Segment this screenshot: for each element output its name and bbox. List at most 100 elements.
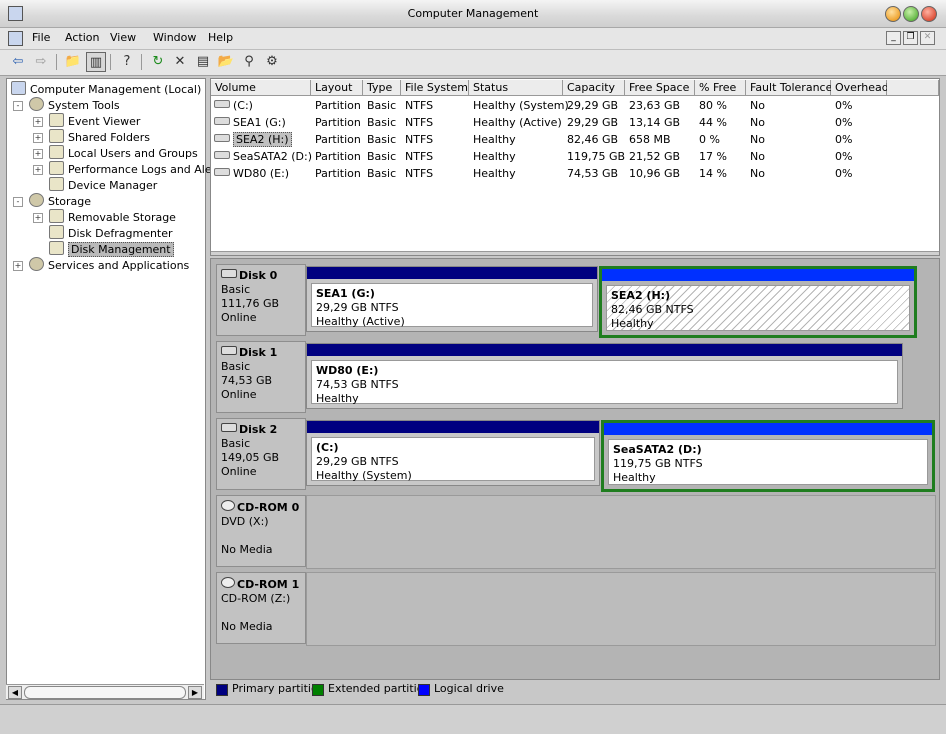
- cdrom-empty-area: [306, 495, 936, 569]
- menu-file[interactable]: File: [32, 31, 50, 44]
- refresh-icon[interactable]: ↻: [148, 52, 168, 72]
- tree-horizontal-scrollbar[interactable]: ◀ ▶: [6, 684, 204, 699]
- tree-item-label: Storage: [48, 195, 92, 208]
- forward-icon[interactable]: ⇨: [31, 52, 51, 72]
- table-cell: 13,14 GB: [629, 116, 681, 129]
- partition-block[interactable]: (C:) 29,29 GB NTFS Healthy (System): [306, 420, 600, 486]
- table-cell: SEA1 (G:): [214, 115, 286, 131]
- volume-name: (C:): [233, 99, 253, 112]
- column-header[interactable]: Fault Tolerance: [746, 80, 832, 96]
- table-row[interactable]: WD80 (E:) Partition Basic NTFS Healthy 74,53 …: [211, 166, 911, 182]
- partition-name: SEA1 (G:): [316, 287, 375, 300]
- tree-item[interactable]: System Tools: [29, 97, 120, 113]
- column-header[interactable]: Type: [363, 80, 401, 96]
- menu-window[interactable]: Window: [153, 31, 196, 44]
- tree-expander-plus-icon[interactable]: +: [33, 213, 43, 223]
- table-row[interactable]: SEA1 (G:) Partition Basic NTFS Healthy (Acti…: [211, 115, 911, 131]
- menu-view[interactable]: View: [110, 31, 136, 44]
- mdi-restore-button[interactable]: ❐: [903, 31, 918, 45]
- show-hide-tree-icon[interactable]: ▥: [86, 52, 106, 72]
- tree-item[interactable]: Storage: [29, 193, 91, 209]
- tree-item[interactable]: Computer Management (Local): [11, 81, 201, 97]
- partition-block[interactable]: SEA1 (G:) 29,29 GB NTFS Healthy (Active): [306, 266, 598, 332]
- properties-icon[interactable]: ▤: [193, 52, 213, 72]
- table-cell: Basic: [367, 99, 397, 112]
- column-header[interactable]: Layout: [311, 80, 363, 96]
- disk-drive-icon: [221, 269, 237, 278]
- tree-item-label: Computer Management (Local): [30, 83, 202, 96]
- disk-size: 74,53 GB: [221, 374, 273, 387]
- column-header[interactable]: Free Space: [625, 80, 695, 96]
- column-header[interactable]: Overhead: [831, 80, 889, 96]
- disk-name: Disk 2: [221, 423, 301, 437]
- tree-expander-minus-icon[interactable]: -: [13, 197, 23, 207]
- list-splitter[interactable]: [211, 251, 939, 255]
- column-header[interactable]: File System: [401, 80, 469, 96]
- table-cell: Partition: [315, 150, 361, 163]
- back-icon[interactable]: ⇦: [8, 52, 28, 72]
- partition-block[interactable]: SEA2 (H:) 82,46 GB NTFS Healthy: [599, 266, 917, 338]
- table-cell: 82,46 GB: [567, 133, 619, 146]
- table-row[interactable]: (C:) Partition Basic NTFS Healthy (System) 29…: [211, 98, 911, 114]
- menu-action[interactable]: Action: [65, 31, 99, 44]
- table-cell: NTFS: [405, 99, 434, 112]
- tree-item[interactable]: Disk Management: [49, 241, 174, 257]
- mdi-minimize-button[interactable]: _: [886, 31, 901, 45]
- mdi-close-button[interactable]: ✕: [920, 31, 935, 45]
- help-icon[interactable]: ?: [117, 52, 137, 72]
- tree-item[interactable]: Disk Defragmenter: [49, 225, 173, 241]
- cdrom-name: CD-ROM 0: [221, 500, 301, 515]
- cdrom-label[interactable]: CD-ROM 0 DVD (X:) No Media: [216, 495, 306, 567]
- cdrom-label[interactable]: CD-ROM 1 CD-ROM (Z:) No Media: [216, 572, 306, 644]
- column-header[interactable]: % Free: [695, 80, 746, 96]
- tree-item[interactable]: Shared Folders: [49, 129, 150, 145]
- drive-icon: [214, 134, 230, 142]
- disk-name-text: Disk 2: [239, 423, 278, 436]
- defragmenter-icon: [49, 225, 64, 239]
- table-row[interactable]: SEA2 (H:) Partition Basic NTFS Healthy 82,46 …: [211, 132, 911, 148]
- tree-expander-plus-icon[interactable]: +: [33, 149, 43, 159]
- column-header[interactable]: Capacity: [563, 80, 625, 96]
- table-cell: NTFS: [405, 167, 434, 180]
- tree-item[interactable]: Event Viewer: [49, 113, 140, 129]
- delete-icon[interactable]: ✕: [170, 52, 190, 72]
- tree-item[interactable]: Services and Applications: [29, 257, 189, 273]
- tree-expander-plus-icon[interactable]: +: [33, 133, 43, 143]
- disk-type: Basic: [221, 437, 251, 450]
- table-row[interactable]: SeaSATA2 (D:) Partition Basic NTFS Healthy 11…: [211, 149, 911, 165]
- tree-expander-plus-icon[interactable]: +: [33, 165, 43, 175]
- tree-expander-plus-icon[interactable]: +: [13, 261, 23, 271]
- up-folder-icon[interactable]: 📁: [63, 52, 83, 72]
- volume-name: SEA1 (G:): [233, 116, 286, 129]
- minimize-window-button[interactable]: [885, 6, 901, 22]
- tree-item[interactable]: Device Manager: [49, 177, 157, 193]
- settings-icon[interactable]: ⚙: [262, 52, 282, 72]
- tree-item[interactable]: Performance Logs and Alert: [49, 161, 220, 177]
- scroll-right-button[interactable]: ▶: [188, 686, 202, 699]
- disk-label[interactable]: Disk 1 Basic 74,53 GB Online: [216, 341, 306, 413]
- table-cell: 44 %: [699, 116, 727, 129]
- mdi-app-icon[interactable]: [8, 31, 23, 46]
- partition-block[interactable]: WD80 (E:) 74,53 GB NTFS Healthy: [306, 343, 903, 409]
- partition-block[interactable]: SeaSATA2 (D:) 119,75 GB NTFS Healthy: [601, 420, 935, 492]
- column-header[interactable]: Status: [469, 80, 563, 96]
- tree-item[interactable]: Local Users and Groups: [49, 145, 198, 161]
- close-window-button[interactable]: [921, 6, 937, 22]
- disk-label[interactable]: Disk 0 Basic 111,76 GB Online: [216, 264, 306, 336]
- search-icon[interactable]: ⚲: [239, 52, 259, 72]
- maximize-window-button[interactable]: [903, 6, 919, 22]
- partition-info: (C:) 29,29 GB NTFS Healthy (System): [311, 437, 595, 482]
- tree-expander-minus-icon[interactable]: -: [13, 101, 23, 111]
- partition-name: WD80 (E:): [316, 364, 379, 377]
- scroll-thumb[interactable]: [24, 686, 186, 699]
- scroll-left-button[interactable]: ◀: [8, 686, 22, 699]
- partition-size: 29,29 GB NTFS: [316, 455, 399, 468]
- partition-info: SEA2 (H:) 82,46 GB NTFS Healthy: [606, 285, 910, 331]
- menu-help[interactable]: Help: [208, 31, 233, 44]
- table-cell: No: [750, 150, 765, 163]
- open-icon[interactable]: 📂: [216, 52, 236, 72]
- tree-expander-plus-icon[interactable]: +: [33, 117, 43, 127]
- column-header[interactable]: Volume: [211, 80, 311, 96]
- tree-item[interactable]: Removable Storage: [49, 209, 176, 225]
- disk-label[interactable]: Disk 2 Basic 149,05 GB Online: [216, 418, 306, 490]
